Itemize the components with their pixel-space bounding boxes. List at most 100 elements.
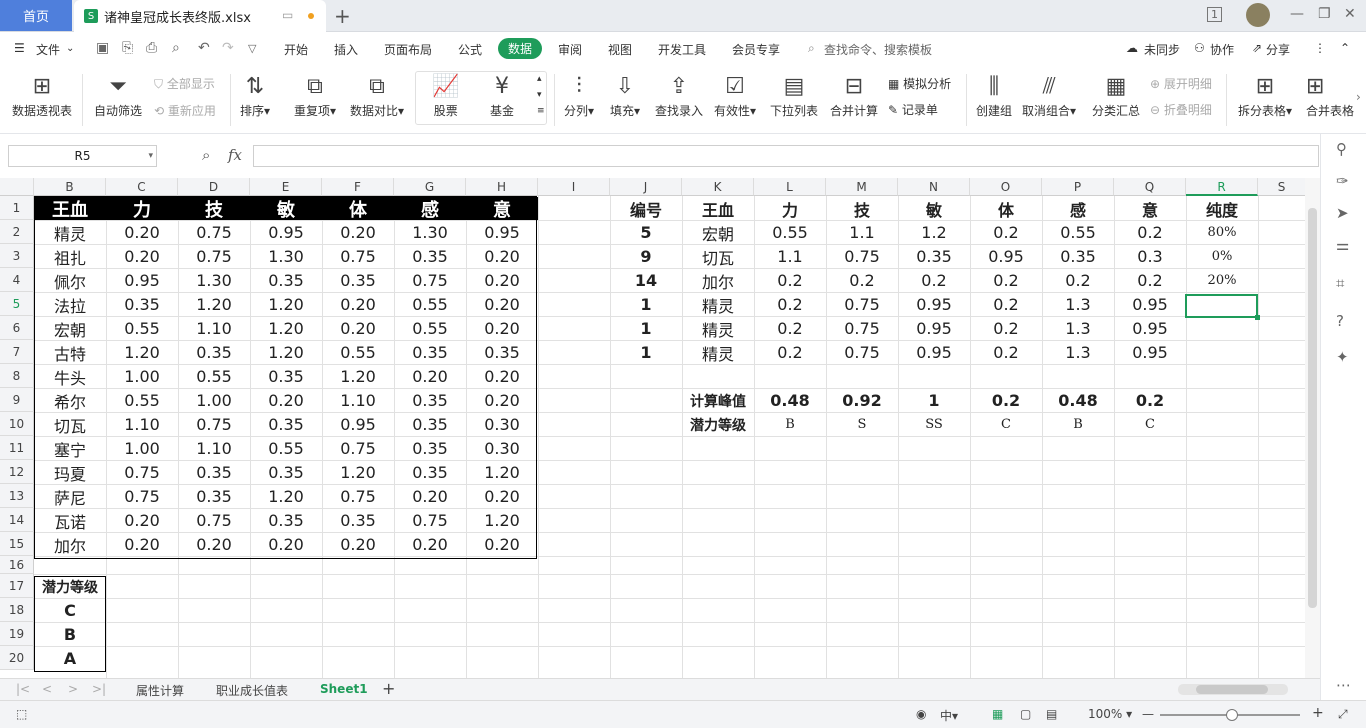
peak-label[interactable]: 计算峰值: [682, 389, 754, 412]
horizontal-scroll-thumb[interactable]: [1196, 685, 1268, 694]
duplicates-button[interactable]: ⧉ 重复项▾: [294, 72, 336, 119]
row-header-17[interactable]: 17: [0, 574, 34, 598]
table1-cell[interactable]: 0.55: [250, 437, 322, 460]
table2-header-cell[interactable]: 感: [1042, 197, 1114, 220]
table1-cell[interactable]: 0.35: [250, 461, 322, 484]
sheet-tab-attr-calc[interactable]: 属性计算: [136, 682, 184, 699]
preview-icon[interactable]: ⌕: [172, 40, 180, 56]
table1-cell[interactable]: 0.35: [466, 341, 538, 364]
table1-cell[interactable]: 0.30: [466, 413, 538, 436]
table2-cell[interactable]: 0.3: [1114, 245, 1186, 268]
table2-cell[interactable]: 0.75: [826, 245, 898, 268]
more-vertical-icon[interactable]: ⋮: [1314, 41, 1326, 55]
ai-assistant-icon[interactable]: ✦: [1336, 348, 1349, 366]
table2-header-cell[interactable]: 意: [1114, 197, 1186, 220]
collapse-detail-button[interactable]: ⊖ 折叠明细: [1150, 101, 1212, 118]
row-header-3[interactable]: 3: [0, 244, 34, 268]
table2-cell[interactable]: 0.55: [1042, 221, 1114, 244]
row-header-19[interactable]: 19: [0, 622, 34, 646]
table1-cell[interactable]: 0.75: [106, 485, 178, 508]
table2-cell[interactable]: 1: [610, 341, 682, 364]
peak-value[interactable]: 0.2: [970, 389, 1042, 412]
column-header-K[interactable]: K: [682, 178, 754, 196]
table1-cell[interactable]: 1.20: [250, 293, 322, 316]
table1-cell[interactable]: 法拉: [34, 293, 106, 316]
more-horizontal-icon[interactable]: ⋯: [1336, 676, 1351, 694]
table1-cell[interactable]: 1.20: [466, 461, 538, 484]
print-icon[interactable]: ⎙: [146, 40, 157, 56]
menu-start[interactable]: 开始: [284, 41, 308, 58]
data-compare-button[interactable]: ⧉ 数据对比▾: [350, 72, 404, 119]
table1-cell[interactable]: 0.35: [178, 461, 250, 484]
table1-header-cell[interactable]: 敏: [250, 197, 322, 220]
table1-cell[interactable]: 0.75: [394, 509, 466, 532]
table1-cell[interactable]: 0.20: [322, 221, 394, 244]
first-sheet-icon[interactable]: |<: [16, 682, 30, 696]
table2-cell[interactable]: 1.2: [898, 221, 970, 244]
table1-cell[interactable]: 精灵: [34, 221, 106, 244]
ribbon-scroll-right-icon[interactable]: ›: [1356, 90, 1361, 104]
merge-table-button[interactable]: ⊞ 合并表格: [1306, 72, 1354, 119]
table2-cell[interactable]: 0.95: [1114, 293, 1186, 316]
table2-header-cell[interactable]: 力: [754, 197, 826, 220]
table1-cell[interactable]: 1.00: [178, 389, 250, 412]
next-sheet-icon[interactable]: >: [68, 682, 78, 696]
table2-cell[interactable]: 9: [610, 245, 682, 268]
table1-header-cell[interactable]: 体: [322, 197, 394, 220]
normal-view-icon[interactable]: ▦: [992, 707, 1003, 721]
table1-cell[interactable]: 0.20: [250, 533, 322, 556]
row-header-16[interactable]: 16: [0, 556, 34, 574]
name-box-chevron-icon[interactable]: ▾: [148, 151, 153, 161]
share-button[interactable]: 分享: [1266, 41, 1290, 58]
column-header-M[interactable]: M: [826, 178, 898, 196]
fill-handle[interactable]: [1255, 315, 1260, 320]
column-header-N[interactable]: N: [898, 178, 970, 196]
prev-sheet-icon[interactable]: <: [42, 682, 52, 696]
table1-cell[interactable]: 0.55: [178, 365, 250, 388]
table2-cell[interactable]: 0.35: [1042, 245, 1114, 268]
table1-cell[interactable]: 0.20: [322, 533, 394, 556]
table2-cell[interactable]: 1: [610, 317, 682, 340]
table2-cell[interactable]: 0.2: [1114, 221, 1186, 244]
table2-cell[interactable]: 0.2: [754, 293, 826, 316]
level-value[interactable]: B: [1042, 413, 1114, 436]
table1-cell[interactable]: 1.20: [250, 341, 322, 364]
row-header-14[interactable]: 14: [0, 508, 34, 532]
avatar[interactable]: [1246, 3, 1270, 27]
sync-button[interactable]: 未同步: [1144, 41, 1180, 58]
column-header-C[interactable]: C: [106, 178, 178, 196]
column-header-B[interactable]: B: [34, 178, 106, 196]
table1-cell[interactable]: 0.35: [250, 413, 322, 436]
table1-cell[interactable]: 0.35: [394, 437, 466, 460]
split-table-button[interactable]: ⊞ 拆分表格▾: [1238, 72, 1292, 119]
fullscreen-icon[interactable]: ⤢: [1338, 707, 1348, 722]
table1-cell[interactable]: 0.95: [106, 269, 178, 292]
table2-header-cell[interactable]: 体: [970, 197, 1042, 220]
ungroup-button[interactable]: ⫻ 取消组合▾: [1022, 72, 1076, 119]
table1-cell[interactable]: 0.35: [106, 293, 178, 316]
column-header-Q[interactable]: Q: [1114, 178, 1186, 196]
table1-cell[interactable]: 0.75: [178, 413, 250, 436]
column-header-F[interactable]: F: [322, 178, 394, 196]
formula-input[interactable]: [253, 145, 1319, 167]
table1-cell[interactable]: 0.75: [106, 461, 178, 484]
potential-list-item[interactable]: B: [34, 623, 106, 646]
zoom-level[interactable]: 100% ▾: [1088, 707, 1132, 721]
table2-cell[interactable]: 0.2: [754, 269, 826, 292]
peak-value[interactable]: 1: [898, 389, 970, 412]
row-header-15[interactable]: 15: [0, 532, 34, 556]
table2-cell[interactable]: 0.2: [970, 317, 1042, 340]
table1-cell[interactable]: 0.20: [394, 365, 466, 388]
column-header-G[interactable]: G: [394, 178, 466, 196]
input-method-icon[interactable]: 中▾: [940, 707, 958, 724]
table1-cell[interactable]: 0.75: [178, 509, 250, 532]
table2-cell[interactable]: 0.2: [1114, 269, 1186, 292]
table1-cell[interactable]: 0.35: [322, 509, 394, 532]
select-all-corner[interactable]: [0, 178, 34, 196]
restore-icon[interactable]: ❐: [1318, 6, 1331, 22]
table1-cell[interactable]: 宏朝: [34, 317, 106, 340]
table1-cell[interactable]: 祖扎: [34, 245, 106, 268]
table1-cell[interactable]: 1.20: [250, 485, 322, 508]
table2-cell[interactable]: 20%: [1186, 269, 1258, 292]
table1-header-cell[interactable]: 意: [466, 197, 538, 220]
